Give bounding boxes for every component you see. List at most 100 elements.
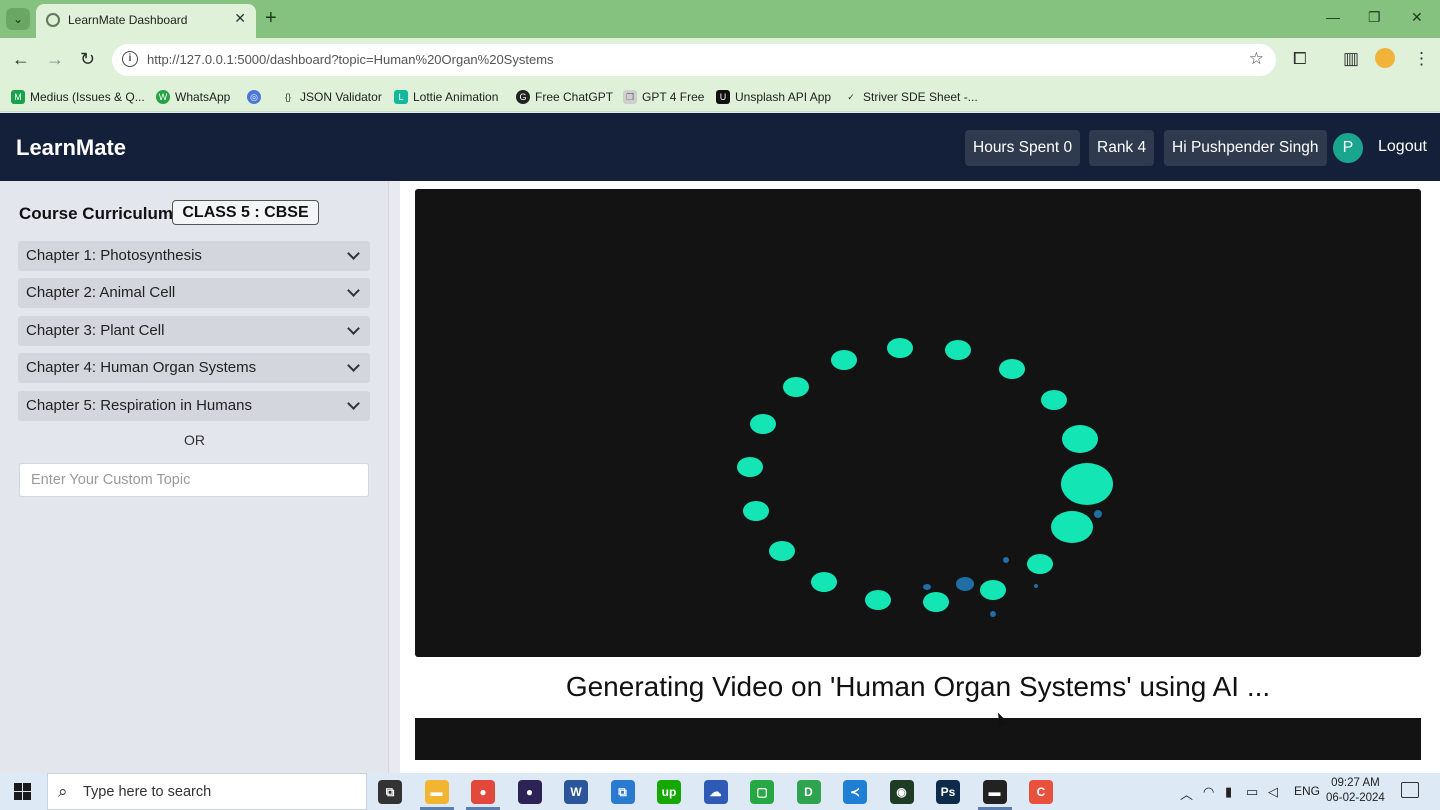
vscode-taskbar-icon[interactable]: ≺: [843, 780, 867, 804]
system-clock[interactable]: 09:27 AM 06-02-2024: [1326, 776, 1385, 806]
page-icon: ❐: [623, 90, 637, 104]
chapter-5-accordion[interactable]: Chapter 5: Respiration in Humans: [18, 391, 370, 421]
browser-tab[interactable]: LearnMate Dashboard ✕: [36, 4, 256, 38]
url-bar[interactable]: i http://127.0.0.1:5000/dashboard?topic=…: [112, 44, 1276, 76]
chapter-2-accordion[interactable]: Chapter 2: Animal Cell: [18, 278, 370, 308]
new-tab-icon[interactable]: +: [265, 8, 277, 28]
bookmark-label: Free ChatGPT: [535, 90, 614, 104]
spinner-dot: [743, 501, 769, 521]
github-icon: G: [516, 90, 530, 104]
maximize-icon[interactable]: ❐: [1368, 9, 1381, 26]
spinner-dot: [769, 541, 795, 561]
lottie-icon: L: [394, 90, 408, 104]
reload-icon[interactable]: ↻: [80, 49, 95, 69]
chevron-down-icon: [346, 316, 360, 346]
file-explorer-taskbar-icon[interactable]: ▬: [424, 780, 449, 804]
code-braces-icon: {}: [284, 92, 291, 102]
app-navbar: LearnMate Hours Spent 0 Rank 4 Hi Pushpe…: [0, 113, 1440, 181]
upwork-taskbar-icon[interactable]: up: [657, 780, 681, 804]
class-badge: CLASS 5 : CBSE: [172, 200, 319, 225]
spinner-dot: [750, 414, 776, 434]
bookmark-star-icon[interactable]: ☆: [1249, 49, 1264, 69]
windows-start-icon[interactable]: [14, 783, 31, 800]
spinner-particle: [1003, 557, 1009, 563]
remote-taskbar-icon[interactable]: ⧉: [610, 780, 635, 804]
spinner-dot: [923, 592, 949, 612]
spinner-dot: [999, 359, 1025, 379]
site-info-icon[interactable]: i: [122, 51, 138, 67]
spinner-dot: [980, 580, 1006, 600]
language-indicator[interactable]: ENG: [1294, 784, 1320, 798]
bookmark-shield[interactable]: ◎: [247, 88, 261, 106]
bookmark-free-chatgpt[interactable]: G Free ChatGPT: [516, 88, 613, 106]
window-close-icon[interactable]: ✕: [1411, 9, 1423, 26]
custom-topic-input[interactable]: [19, 463, 369, 497]
user-avatar[interactable]: P: [1333, 133, 1363, 163]
tray-chevron-icon[interactable]: ︿: [1180, 784, 1193, 803]
headset-taskbar-icon[interactable]: ◉: [889, 780, 914, 804]
logout-button[interactable]: Logout: [1378, 138, 1427, 156]
battery-icon[interactable]: ▭: [1246, 784, 1258, 800]
spinner-dot: [737, 457, 763, 477]
address-bar-row: ← → ↻ i http://127.0.0.1:5000/dashboard?…: [0, 38, 1440, 82]
side-panel-icon[interactable]: ▥: [1343, 49, 1359, 69]
notification-icon[interactable]: [1401, 782, 1419, 798]
chapter-label: Chapter 1: Photosynthesis: [26, 247, 202, 264]
menu-kebab-icon[interactable]: ⋮: [1413, 49, 1430, 69]
terminal-taskbar-icon[interactable]: ▬: [982, 780, 1007, 804]
bookmark-label: WhatsApp: [175, 90, 231, 104]
main-content: Generating Video on 'Human Organ Systems…: [400, 181, 1440, 773]
app-red-taskbar-icon[interactable]: C: [1029, 780, 1053, 804]
eclipse-taskbar-icon[interactable]: ●: [517, 780, 542, 804]
video-player[interactable]: [415, 189, 1421, 657]
bookmark-label: JSON Validator: [300, 90, 382, 104]
chrome-taskbar-icon[interactable]: ●: [471, 780, 495, 804]
tab-close-icon[interactable]: ✕: [234, 10, 246, 27]
spinner-particle: [956, 577, 974, 591]
extensions-icon[interactable]: ⧠: [1293, 49, 1307, 69]
url-text[interactable]: http://127.0.0.1:5000/dashboard?topic=Hu…: [147, 52, 554, 67]
minimize-icon[interactable]: —: [1326, 9, 1340, 25]
forward-icon[interactable]: →: [46, 49, 64, 69]
bookmark-whatsapp[interactable]: W WhatsApp: [156, 88, 230, 106]
bookmark-unsplash[interactable]: U Unsplash API App: [716, 88, 831, 106]
bookmark-lottie[interactable]: L Lottie Animation: [394, 88, 498, 106]
dbeaver-taskbar-icon[interactable]: D: [796, 780, 821, 804]
chapter-1-accordion[interactable]: Chapter 1: Photosynthesis: [18, 241, 370, 271]
or-divider: OR: [184, 432, 205, 448]
onedrive-taskbar-icon[interactable]: ☁: [703, 780, 728, 804]
spinner-dot: [1027, 554, 1053, 574]
chapter-4-accordion[interactable]: Chapter 4: Human Organ Systems: [18, 353, 370, 383]
spinner-particle: [1094, 510, 1102, 518]
brand-logo[interactable]: LearnMate: [16, 135, 126, 161]
bookmark-label: Medius (Issues & Q...: [30, 90, 145, 104]
profile-avatar[interactable]: [1375, 48, 1395, 68]
chapter-label: Chapter 4: Human Organ Systems: [26, 359, 257, 376]
taskbar-search[interactable]: ⌕ Type here to search: [47, 773, 367, 810]
chevron-down-icon: [346, 391, 360, 421]
clock-time: 09:27 AM: [1331, 777, 1380, 789]
wifi-icon[interactable]: ◠: [1203, 784, 1214, 800]
microphone-icon[interactable]: ▮: [1225, 784, 1232, 800]
spinner-dot: [1062, 425, 1098, 453]
bookmark-gpt4-free[interactable]: ❐ GPT 4 Free: [623, 88, 704, 106]
spinner-dot: [1061, 463, 1113, 505]
word-taskbar-icon[interactable]: W: [564, 780, 588, 804]
unsplash-icon: U: [716, 90, 730, 104]
spinner-particle: [1034, 584, 1038, 588]
video-player-secondary[interactable]: [415, 718, 1421, 760]
tab-search-dropdown-icon[interactable]: ⌄: [6, 8, 30, 30]
chevron-down-icon: [346, 241, 360, 271]
chapter-3-accordion[interactable]: Chapter 3: Plant Cell: [18, 316, 370, 346]
spinner-dot: [865, 590, 891, 610]
spinner-particle: [923, 584, 931, 590]
bookmark-striver[interactable]: ✓ Striver SDE Sheet -...: [844, 88, 977, 106]
code-taskbar-icon[interactable]: ▢: [750, 780, 774, 804]
volume-icon[interactable]: ◁: [1268, 784, 1278, 800]
chapter-label: Chapter 2: Animal Cell: [26, 284, 176, 301]
back-icon[interactable]: ←: [12, 49, 30, 69]
task-view-taskbar-icon[interactable]: ⧉: [378, 780, 402, 804]
bookmark-json-validator[interactable]: {} JSON Validator: [281, 88, 382, 106]
bookmark-medius[interactable]: M Medius (Issues & Q...: [11, 88, 145, 106]
photoshop-taskbar-icon[interactable]: Ps: [936, 780, 960, 804]
